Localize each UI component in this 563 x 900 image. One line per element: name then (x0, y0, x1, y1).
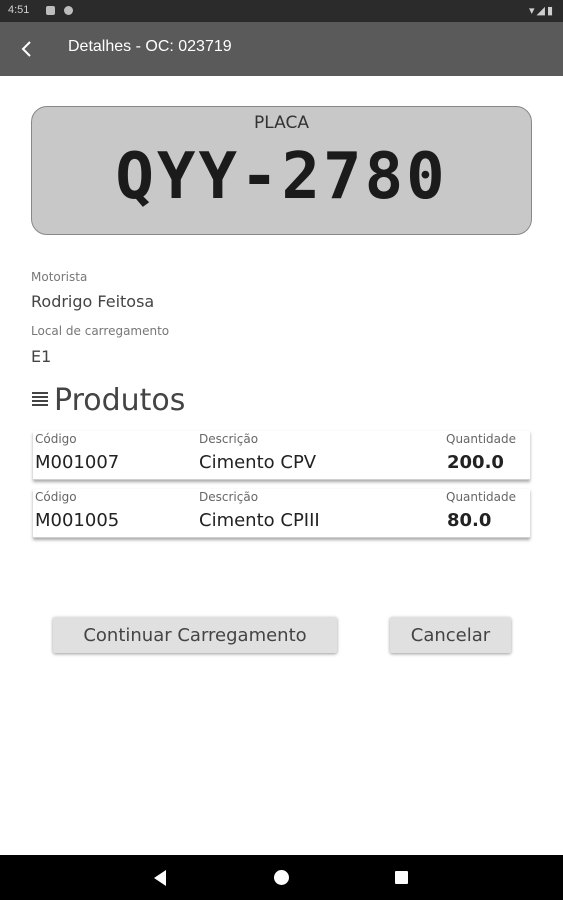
page-title: Detalhes - OC: 023719 (68, 38, 232, 55)
license-plate: PLACA QYY-2780 (31, 106, 532, 235)
product-description: Cimento CPV (199, 452, 317, 473)
plate-label: PLACA (254, 113, 309, 133)
status-bar: 4:51 ▾◢▮ (0, 0, 563, 22)
status-icons: ▾◢▮ (529, 4, 555, 17)
product-quantity: 80.0 (447, 510, 492, 531)
back-button[interactable] (12, 34, 42, 64)
battery-icon: ▮ (546, 4, 555, 17)
product-row[interactable]: Código Descrição Quantidade M001005 Cime… (33, 489, 530, 538)
quantity-header: Quantidade (446, 490, 517, 504)
system-nav-bar (0, 855, 563, 900)
plate-number: QYY-2780 (115, 140, 448, 214)
products-title: Produtos (54, 383, 186, 418)
loading-place-value: E1 (31, 347, 52, 366)
signal-icon: ◢ (536, 4, 547, 17)
loading-place-label: Local de carregamento (31, 324, 170, 338)
code-header: Código (35, 490, 77, 504)
product-code: M001007 (35, 452, 120, 473)
cancel-button[interactable]: Cancelar (390, 617, 511, 653)
quantity-header: Quantidade (446, 432, 517, 446)
product-row[interactable]: Código Descrição Quantidade M001007 Cime… (33, 431, 530, 480)
code-header: Código (35, 432, 77, 446)
product-quantity: 200.0 (447, 452, 504, 473)
product-description: Cimento CPIII (199, 510, 320, 531)
list-icon (32, 392, 48, 408)
app-bar: Detalhes - OC: 023719 (0, 22, 563, 76)
nav-back-icon[interactable] (154, 870, 166, 886)
nav-recents-icon[interactable] (395, 871, 408, 884)
description-header: Descrição (199, 490, 259, 504)
chevron-left-icon (21, 41, 31, 57)
driver-label: Motorista (31, 270, 88, 284)
driver-value: Rodrigo Feitosa (31, 292, 155, 311)
description-header: Descrição (199, 432, 259, 446)
continue-loading-button[interactable]: Continuar Carregamento (53, 617, 337, 653)
notification-icon (46, 6, 55, 15)
sync-icon (64, 6, 73, 15)
status-time: 4:51 (8, 4, 30, 16)
nav-home-icon[interactable] (274, 870, 289, 885)
product-code: M001005 (35, 510, 120, 531)
